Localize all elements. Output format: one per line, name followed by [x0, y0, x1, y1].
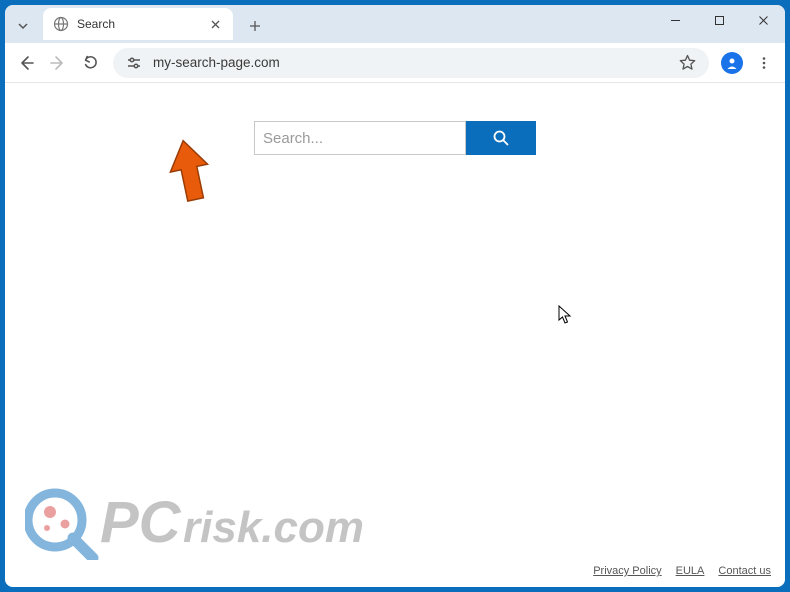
reload-icon — [82, 54, 99, 71]
svg-text:PC: PC — [100, 490, 182, 555]
back-button[interactable] — [11, 48, 41, 78]
annotation-arrow — [165, 138, 215, 213]
footer-links: Privacy Policy EULA Contact us — [593, 565, 771, 577]
forward-button[interactable] — [43, 48, 73, 78]
avatar — [721, 52, 743, 74]
dots-vertical-icon — [757, 56, 771, 70]
star-icon — [679, 54, 696, 71]
reload-button[interactable] — [75, 48, 105, 78]
new-tab-button[interactable] — [241, 12, 269, 40]
url-text: my-search-page.com — [153, 55, 675, 70]
close-icon — [758, 15, 769, 26]
browser-window: Search — [5, 5, 785, 587]
address-bar[interactable]: my-search-page.com — [113, 48, 709, 78]
browser-tab[interactable]: Search — [43, 8, 233, 40]
search-button[interactable] — [466, 121, 536, 155]
bookmark-button[interactable] — [675, 51, 699, 75]
watermark: PC risk.com — [25, 480, 405, 565]
globe-icon — [53, 16, 69, 32]
arrow-right-icon — [49, 54, 67, 72]
page-content: Privacy Policy EULA Contact us PC risk.c… — [5, 83, 785, 587]
site-settings-chip[interactable] — [123, 52, 145, 74]
mouse-cursor — [558, 305, 572, 330]
cursor-icon — [558, 305, 572, 325]
search-form — [254, 121, 536, 155]
close-icon — [211, 20, 220, 29]
search-input[interactable] — [254, 121, 466, 155]
close-window-button[interactable] — [741, 5, 785, 35]
titlebar: Search — [5, 5, 785, 43]
pcrisk-logo: PC risk.com — [25, 480, 405, 560]
eula-link[interactable]: EULA — [676, 565, 705, 577]
search-icon — [492, 129, 510, 147]
toolbar: my-search-page.com — [5, 43, 785, 83]
svg-text:risk.com: risk.com — [183, 503, 364, 552]
tab-strip: Search — [5, 5, 269, 43]
tab-search-dropdown[interactable] — [9, 12, 37, 40]
minimize-button[interactable] — [653, 5, 697, 35]
person-icon — [725, 56, 739, 70]
contact-link[interactable]: Contact us — [718, 565, 771, 577]
chevron-down-icon — [17, 20, 29, 32]
plus-icon — [249, 20, 261, 32]
maximize-icon — [714, 15, 725, 26]
minimize-icon — [670, 15, 681, 26]
window-controls — [653, 5, 785, 35]
menu-button[interactable] — [749, 48, 779, 78]
profile-button[interactable] — [717, 48, 747, 78]
tab-close-button[interactable] — [207, 16, 223, 32]
arrow-left-icon — [17, 54, 35, 72]
privacy-link[interactable]: Privacy Policy — [593, 565, 661, 577]
maximize-button[interactable] — [697, 5, 741, 35]
tune-icon — [126, 55, 142, 71]
tab-title: Search — [77, 17, 207, 31]
arrow-up-icon — [165, 138, 215, 208]
